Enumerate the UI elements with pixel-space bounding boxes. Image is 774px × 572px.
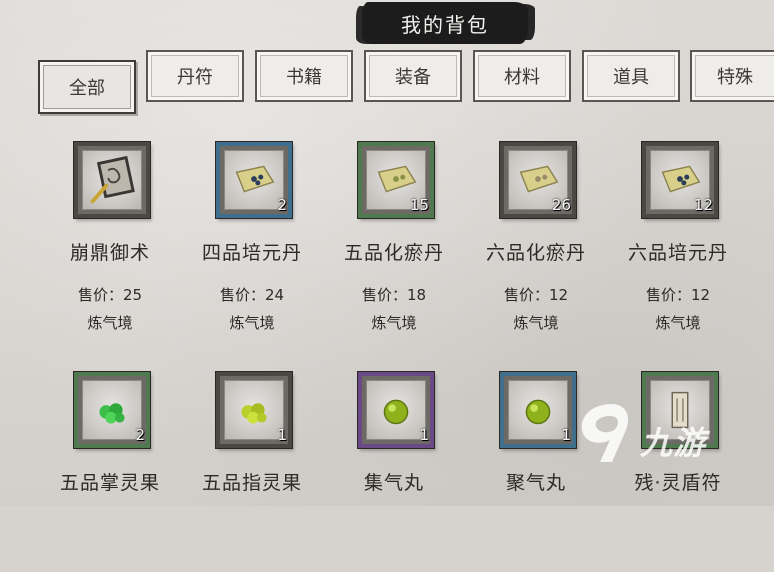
tab-label: 丹符 bbox=[177, 67, 213, 88]
inventory-item[interactable]: 2 五品掌灵果 bbox=[40, 372, 180, 572]
item-realm: 炼气境 bbox=[371, 314, 417, 332]
inventory-item[interactable]: 26 六品化瘀丹 售价：12 炼气境 bbox=[466, 142, 606, 342]
item-name: 集气丸 bbox=[363, 472, 424, 494]
item-name: 六品化瘀丹 bbox=[485, 242, 586, 264]
tab-label: 材料 bbox=[504, 67, 540, 88]
watermark-text: 九游 bbox=[640, 424, 707, 462]
tab-books[interactable]: 书籍 bbox=[255, 50, 353, 102]
item-name: 四品培元丹 bbox=[201, 242, 302, 264]
item-slot[interactable]: 15 bbox=[358, 142, 434, 218]
item-slot[interactable]: 2 bbox=[74, 372, 150, 448]
item-slot[interactable]: 1 bbox=[358, 372, 434, 448]
yellow-fruit-icon bbox=[241, 403, 267, 424]
inventory-item[interactable]: 崩鼎御术 售价：25 炼气境 bbox=[40, 142, 180, 342]
tab-equipment[interactable]: 装备 bbox=[364, 50, 462, 102]
tab-special[interactable]: 特殊 bbox=[690, 50, 774, 102]
item-slot[interactable]: 1 bbox=[216, 372, 292, 448]
item-count: 2 bbox=[135, 426, 145, 444]
item-slot[interactable]: 26 bbox=[500, 142, 576, 218]
item-count: 1 bbox=[277, 426, 287, 444]
tab-materials[interactable]: 材料 bbox=[473, 50, 571, 102]
scroll-book-icon bbox=[90, 155, 135, 204]
pill-orb-icon bbox=[383, 399, 409, 425]
item-price: 售价：25 bbox=[77, 286, 143, 304]
item-count: 26 bbox=[551, 196, 571, 214]
pill-packet-icon bbox=[235, 165, 275, 193]
item-name: 六品培元丹 bbox=[627, 242, 728, 264]
inventory-item[interactable]: 15 五品化瘀丹 售价：18 炼气境 bbox=[324, 142, 464, 342]
item-slot[interactable]: 2 bbox=[216, 142, 292, 218]
item-count: 15 bbox=[409, 196, 429, 214]
item-name: 五品掌灵果 bbox=[59, 472, 160, 494]
inventory-item[interactable]: 1 集气丸 bbox=[324, 372, 464, 572]
item-price: 售价：24 bbox=[219, 286, 285, 304]
item-price: 售价：12 bbox=[645, 286, 711, 304]
inventory-item[interactable]: 12 六品培元丹 售价：12 炼气境 bbox=[608, 142, 748, 342]
title-banner: 我的背包 bbox=[362, 2, 528, 44]
nine-game-logo-icon bbox=[581, 404, 629, 462]
item-name: 五品化瘀丹 bbox=[343, 242, 444, 264]
tab-pills-talismans[interactable]: 丹符 bbox=[146, 50, 244, 102]
tab-label: 书籍 bbox=[286, 67, 322, 88]
item-count: 1 bbox=[419, 426, 429, 444]
item-slot[interactable]: 1 bbox=[500, 372, 576, 448]
item-realm: 炼气境 bbox=[87, 314, 133, 332]
page-title: 我的背包 bbox=[401, 12, 489, 37]
tab-label: 装备 bbox=[395, 67, 431, 88]
item-count: 12 bbox=[693, 196, 713, 214]
item-slot[interactable] bbox=[74, 142, 150, 218]
inventory-item[interactable]: 1 五品指灵果 bbox=[182, 372, 322, 572]
item-slot[interactable]: 12 bbox=[642, 142, 718, 218]
tab-label: 道具 bbox=[613, 67, 649, 88]
item-realm: 炼气境 bbox=[229, 314, 275, 332]
item-count: 2 bbox=[277, 196, 287, 214]
inventory-item[interactable]: 2 四品培元丹 售价：24 炼气境 bbox=[182, 142, 322, 342]
item-name: 五品指灵果 bbox=[201, 472, 302, 494]
item-name: 崩鼎御术 bbox=[69, 242, 150, 264]
tab-label: 特殊 bbox=[717, 67, 753, 88]
item-price: 售价：12 bbox=[503, 286, 569, 304]
item-price: 售价：18 bbox=[361, 286, 427, 304]
watermark: 九游 bbox=[570, 396, 750, 476]
tab-props[interactable]: 道具 bbox=[582, 50, 680, 102]
tab-label: 全部 bbox=[69, 78, 105, 99]
tab-all[interactable]: 全部 bbox=[38, 60, 136, 114]
item-realm: 炼气境 bbox=[513, 314, 559, 332]
green-fruit-icon bbox=[99, 403, 125, 424]
item-realm: 炼气境 bbox=[655, 314, 701, 332]
pill-orb-icon bbox=[525, 399, 551, 425]
